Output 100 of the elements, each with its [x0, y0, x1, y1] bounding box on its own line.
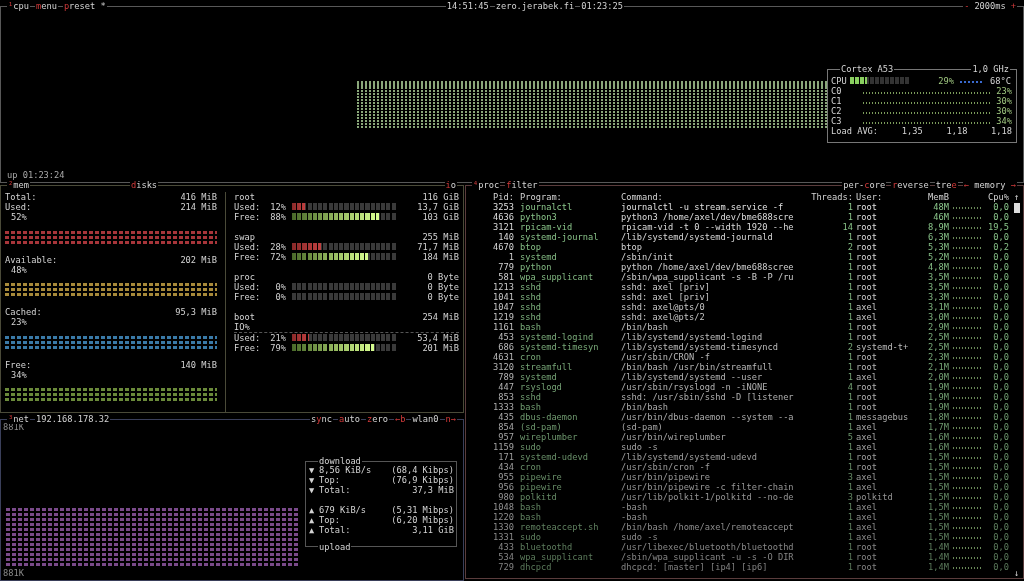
process-pid: 1219	[492, 312, 514, 322]
process-user: root	[855, 252, 878, 262]
disks-tab[interactable]: disks	[129, 180, 159, 190]
process-threads: 1	[846, 262, 853, 272]
process-command: /lib/systemd/systemd-journald	[621, 232, 774, 242]
cpu-usage-sparkline	[953, 277, 981, 279]
process-pid: 4631	[492, 352, 514, 362]
load-average-value: 1,18	[945, 126, 968, 136]
process-name: systemd	[519, 252, 558, 262]
interval-decrease-button[interactable]: -	[964, 1, 970, 11]
process-name: wpa_supplicant	[519, 272, 595, 282]
process-user: axel	[855, 522, 878, 532]
cpu-tab[interactable]: ¹ cpu	[7, 1, 30, 11]
disk-size: 116 GiB	[422, 192, 459, 202]
scroll-up-arrow[interactable]: ↑	[1013, 192, 1020, 202]
direction-icon: ▲	[309, 525, 319, 535]
process-threads: 1	[846, 212, 853, 222]
process-memory: 1,9M	[927, 392, 949, 402]
process-command: /bin/bash /usr/bin/streamfull	[621, 362, 774, 372]
traffic-label: Top:	[319, 475, 340, 485]
next-interface-button[interactable]: n→	[444, 414, 457, 424]
process-cpu: 0,0	[992, 282, 1009, 292]
process-cpu: 0,0	[992, 322, 1009, 332]
process-memory: 3,5M	[927, 282, 949, 292]
process-threads: 1	[846, 482, 853, 492]
traffic-value: (6,20 Mibps)	[391, 515, 454, 525]
proc-tab[interactable]: ⁴ proc	[472, 180, 501, 190]
cpu-usage-sparkline	[953, 267, 981, 269]
process-command: -bash	[621, 512, 649, 522]
process-command: sshd: axel@pts/2	[621, 312, 706, 322]
process-memory: 1,8M	[927, 412, 949, 422]
memory-percent: 48%	[10, 264, 28, 275]
core-percent: 23%	[996, 86, 1012, 96]
process-cpu: 0,0	[992, 332, 1009, 342]
interval-increase-button[interactable]: +	[1010, 1, 1016, 11]
net-option-toggle[interactable]: zero	[365, 414, 389, 424]
cpu-usage-sparkline	[953, 427, 981, 429]
process-threads: 2	[846, 342, 853, 352]
proc-option-toggle[interactable]: reverse	[891, 180, 930, 190]
process-command: journalctl -u stream.service -f	[621, 202, 785, 212]
cpu-model-text: Cortex A53	[840, 64, 895, 74]
process-command: /usr/sbin/rsyslogd -n -iNONE	[621, 382, 769, 392]
cpu-usage-sparkline	[953, 367, 981, 369]
disk-name: boot	[234, 312, 255, 322]
net-option-toggle[interactable]: sync	[310, 414, 334, 424]
process-user: systemd-t+	[855, 342, 910, 352]
proc-option-toggle[interactable]: tree	[934, 180, 958, 190]
process-memory: 1,5M	[927, 462, 949, 472]
preset-tab[interactable]: preset *	[62, 1, 107, 11]
process-cpu: 0,0	[992, 442, 1009, 452]
command-header[interactable]: Command:	[621, 192, 799, 202]
proc-option-toggle[interactable]: per-core	[842, 180, 887, 190]
scrollbar-thumb[interactable]	[1013, 203, 1020, 213]
cpu-usage-sparkline	[953, 487, 981, 489]
memory-label: Free:	[5, 359, 32, 370]
process-pid: 1041	[492, 292, 514, 302]
process-pid: 1333	[492, 402, 514, 412]
process-cpu: 0,0	[992, 462, 1009, 472]
scroll-down-arrow[interactable]: ↓	[1013, 568, 1020, 578]
disk-free-value: 201 MiB	[422, 343, 459, 353]
cpu-usage-sparkline	[953, 497, 981, 499]
process-name: rpicam-vid	[519, 222, 574, 232]
traffic-value: (68,4 Kibps)	[391, 465, 454, 475]
process-user: axel	[855, 482, 878, 492]
menu-tab[interactable]: menu	[34, 1, 58, 11]
memory-tab[interactable]: ²mem	[7, 180, 30, 190]
user-header[interactable]: User:	[853, 192, 915, 202]
uptime-label: up 01:23:24	[7, 170, 66, 180]
process-threads: 1	[846, 272, 853, 282]
traffic-label: Top:	[319, 515, 340, 525]
cpu-usage-sparkline	[953, 237, 981, 239]
process-user: axel	[855, 312, 878, 322]
process-pid: 1047	[492, 302, 514, 312]
process-memory: 2,5M	[927, 342, 949, 352]
process-command: (sd-pam)	[621, 422, 664, 432]
pid-header[interactable]: Pid:	[466, 192, 514, 202]
process-threads: 4	[846, 382, 853, 392]
sort-selector[interactable]: ← memory →	[962, 180, 1017, 190]
program-header[interactable]: Program:	[514, 192, 621, 202]
memory-label: Used:	[5, 202, 32, 212]
load-average-value: 1,35	[900, 126, 923, 136]
io-toggle[interactable]: io	[444, 180, 457, 190]
threads-header[interactable]: Threads:	[799, 192, 853, 202]
cpu-header[interactable]: Cpu%	[985, 192, 1009, 202]
process-name: (sd-pam)	[519, 422, 563, 432]
process-memory: 5,3M	[927, 242, 949, 252]
process-command: /lib/systemd/systemd-logind	[621, 332, 764, 342]
cpu-usage-sparkline	[953, 517, 981, 519]
memory-label: Available:	[5, 254, 58, 265]
net-option-toggle[interactable]: auto	[338, 414, 361, 424]
process-threads: 1	[846, 392, 853, 402]
disk-free-percent: 0%	[275, 292, 286, 302]
previous-interface-button[interactable]: ←b	[393, 414, 407, 424]
disk-free-value: 0 Byte	[427, 292, 459, 302]
process-memory: 1,9M	[927, 382, 949, 392]
process-threads: 1	[846, 552, 853, 562]
process-user: root	[855, 352, 878, 362]
process-threads: 1	[846, 292, 853, 302]
memory-header[interactable]: MemB	[915, 192, 949, 202]
filter-field[interactable]: filter	[505, 180, 539, 190]
